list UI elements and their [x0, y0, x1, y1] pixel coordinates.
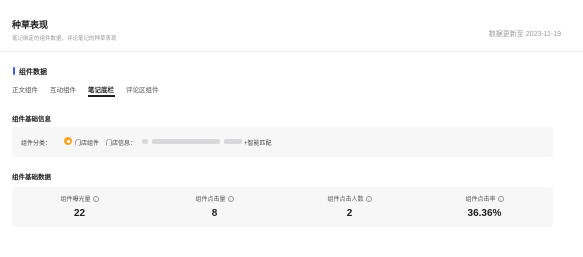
basic-info-title: 组件基础信息 [12, 116, 51, 123]
metric-click-rate: 组件点击率 i 36.36% [417, 187, 552, 227]
store-info-suffix: +智能匹配 [244, 141, 272, 147]
metric-value: 2 [346, 208, 353, 219]
data-update-time: 数据更新至 2023-11-19 [488, 31, 561, 38]
info-icon[interactable]: i [365, 195, 372, 202]
page-title: 种草表现 [12, 20, 49, 30]
metric-exposure: 组件曝光量 i 22 [12, 187, 147, 227]
metric-value: 36.36% [467, 208, 502, 219]
redacted-store-info [142, 139, 148, 144]
metric-value: 22 [73, 208, 86, 219]
metric-label: 组件点击量 [195, 197, 226, 203]
page-header: 种草表现 笔记绑定的组件数据，评论笔记的种草表现 数据更新至 2023-11-1… [0, 0, 583, 52]
metric-label: 组件点击率 [465, 197, 496, 203]
metrics-panel: 组件曝光量 i 22 组件点击量 i 8 组件点击人数 i 2 组件点击率 i 36.3… [12, 187, 553, 227]
metric-click-users: 组件点击人数 i 2 [282, 187, 417, 227]
tab-comment-component[interactable]: 评论区组件 [126, 84, 159, 94]
basic-info-panel: 组件分类： 门店组件 门店信息： +智能匹配 [12, 127, 553, 157]
redacted-store-info [152, 139, 220, 144]
section-title: 组件数据 [13, 67, 47, 77]
info-icon[interactable]: i [227, 195, 234, 202]
active-tab-indicator [88, 95, 115, 97]
store-info-label: 门店信息： [106, 141, 137, 147]
store-icon [64, 137, 72, 145]
tab-body-component[interactable]: 正文组件 [12, 84, 38, 94]
redacted-store-info [224, 139, 242, 144]
tab-note-bottom-bar[interactable]: 笔记底栏 [88, 84, 114, 94]
category-label: 组件分类： [21, 141, 52, 147]
metric-value: 8 [211, 208, 218, 219]
category-value: 门店组件 [75, 141, 100, 147]
basic-data-title: 组件基础数据 [12, 174, 51, 181]
info-icon[interactable]: i [92, 195, 99, 202]
metric-label: 组件点击人数 [327, 197, 364, 203]
metric-clicks: 组件点击量 i 8 [147, 187, 282, 227]
info-icon[interactable]: i [497, 195, 504, 202]
page-subtitle: 笔记绑定的组件数据，评论笔记的种草表现 [12, 36, 117, 42]
tab-interaction-component[interactable]: 互动组件 [50, 84, 76, 94]
metric-label: 组件曝光量 [60, 197, 91, 203]
